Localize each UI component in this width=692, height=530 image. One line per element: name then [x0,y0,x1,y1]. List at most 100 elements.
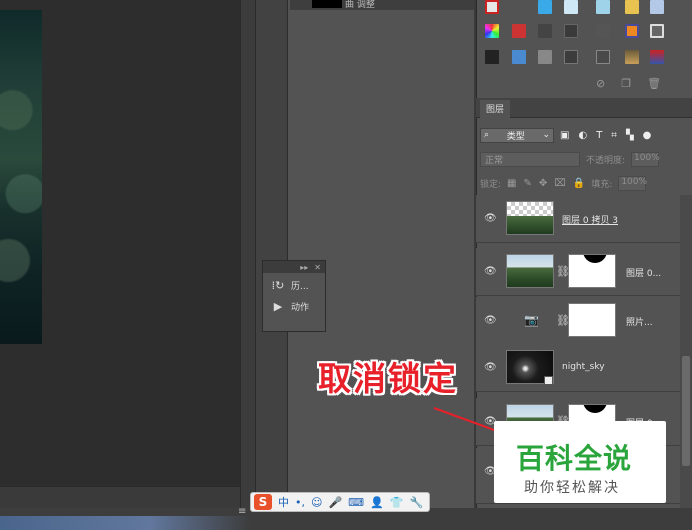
adjust-swatch[interactable] [564,50,578,64]
layer-row[interactable]: 👁 ⛓ 图层 0... [476,248,680,296]
actions-panel-button[interactable]: ▶ 动作 [263,294,325,315]
photoshop-window: 曲 调整 ▸▸ ✕ ⁞↻ 历... ▶ 动作 ⊘ ❐ 🗑 图层 ⌕ 类型 ⌄ ▣… [0,0,692,530]
layer-thumbnail [506,254,554,288]
no-icon[interactable]: ⊘ [596,77,605,90]
opacity-field[interactable]: 100% [631,151,660,167]
emoji-icon[interactable]: ☺ [311,496,322,509]
adjust-swatch[interactable] [512,24,526,38]
tools-icon[interactable]: 🔧 [409,496,423,509]
mic-icon[interactable]: 🎤 [328,496,342,509]
layer-row[interactable]: 👁 📷 ⛓ 照片... [476,297,680,345]
adjust-swatch[interactable] [625,50,639,64]
adjust-swatch[interactable] [538,24,552,38]
opacity-label: 不透明度: [586,155,626,166]
expand-icon[interactable]: ▸▸ [300,263,308,272]
search-icon: ⌕ [484,130,490,140]
adjust-swatch[interactable] [564,24,578,38]
adjustments-grid [480,0,680,72]
history-icon: ⁞↻ [271,279,285,292]
layer-row[interactable]: 👁 night_sky [476,344,680,392]
blend-mode-select[interactable]: 正常 [480,151,580,167]
adjust-swatch[interactable] [538,50,552,64]
layer-name[interactable]: 图层 0... [626,266,661,279]
lock-all-icon[interactable]: 🔒 [573,178,585,189]
watermark-subtitle: 助你轻松解决 [524,480,620,496]
menu-icon[interactable]: ≡ [238,506,246,517]
mid-layer-label: 曲 调整 [345,0,375,10]
user-icon[interactable]: 👤 [370,496,384,509]
lock-artboard-icon[interactable]: ⌧ [554,178,566,189]
eye-icon[interactable]: 👁 [484,266,497,278]
adjust-swatch[interactable] [625,24,639,38]
type-filter-icon[interactable]: T [596,130,602,141]
lock-row: 锁定: ▦ ✎ ✥ ⌧ 🔒 填充: 100% [480,175,680,191]
adjust-swatch[interactable] [650,50,664,64]
close-icon[interactable]: ✕ [314,263,321,272]
adjust-swatch[interactable] [596,50,610,64]
photo-filter-icon: 📷 [524,313,539,327]
adjust-swatch[interactable] [564,0,578,14]
eye-icon[interactable]: 👁 [484,362,497,374]
adjust-swatch[interactable] [596,0,610,14]
chevron-down-icon: ⌄ [542,130,550,140]
layer-mask-thumbnail[interactable] [568,254,616,288]
smart-object-icon [544,376,553,385]
filter-toggle-icon[interactable]: ● [643,130,652,141]
taskbar-highlight [0,516,250,530]
lock-brush-icon[interactable]: ✎ [524,178,532,189]
adjust-swatch[interactable] [485,50,499,64]
document-canvas[interactable] [0,0,240,486]
layer-name[interactable]: 图层 0 拷贝 3 [562,213,618,226]
layer-row[interactable]: 👁 图层 0 拷贝 3 [476,195,680,243]
adjust-swatch[interactable] [512,50,526,64]
layer-filter-select[interactable]: ⌕ 类型 ⌄ [480,127,554,143]
tab-layers[interactable]: 图层 [480,100,511,118]
canvas-status-bar [0,486,240,508]
collapsed-panel-header: ▸▸ ✕ [263,261,325,273]
eye-icon[interactable]: 👁 [484,315,497,327]
watermark: 百科全说 助你轻松解决 [494,421,666,503]
layers-tabbar: 图层 [476,98,692,118]
watermark-title: 百科全说 [516,442,633,475]
history-panel-button[interactable]: ⁞↻ 历... [263,273,325,294]
blend-row: 正常 不透明度: 100% [480,151,676,167]
adjustment-filter-icon[interactable]: ◐ [578,130,587,141]
skin-icon[interactable]: 👕 [390,496,404,509]
history-label: 历... [291,282,309,292]
actions-label: 动作 [291,303,310,313]
ime-toolbar: S 中 •, ☺ 🎤 ⌨ 👤 👕 🔧 [250,492,430,512]
layer-mask-thumbnail[interactable] [568,303,616,337]
adjustments-footer: ⊘ ❐ 🗑 [596,77,661,90]
adjust-swatch[interactable] [650,24,664,38]
adjust-swatch[interactable] [625,0,639,14]
collapsed-panel: ▸▸ ✕ ⁞↻ 历... ▶ 动作 [262,260,326,332]
trash-icon[interactable]: 🗑 [647,77,661,90]
layer-filter-row: ⌕ 类型 ⌄ ▣ ◐ T ⌗ ▚ ● [480,127,676,143]
lock-label: 锁定: [480,179,502,190]
adjust-swatch[interactable] [650,0,664,14]
ime-mode[interactable]: 中 [278,494,289,510]
filter-label: 类型 [506,131,525,142]
smart-filter-icon[interactable]: ▚ [626,130,634,141]
punctuation-icon[interactable]: •, [295,496,305,509]
lock-transparent-icon[interactable]: ▦ [507,178,516,189]
adjust-swatch[interactable] [485,24,499,38]
layer-name[interactable]: 照片... [626,315,653,328]
eye-icon[interactable]: 👁 [484,213,497,225]
new-icon[interactable]: ❐ [621,77,631,90]
adjust-swatch[interactable] [538,0,552,14]
keyboard-icon[interactable]: ⌨ [348,496,364,509]
fill-label: 填充: [591,179,613,190]
lock-move-icon[interactable]: ✥ [539,178,547,189]
lock-icons: ▦ ✎ ✥ ⌧ 🔒 [507,178,585,189]
panel-divider[interactable] [240,0,256,508]
fill-field[interactable]: 100% [618,175,647,191]
layer-name[interactable]: night_sky [562,362,605,372]
mid-layer-thumb [312,0,342,8]
shape-filter-icon[interactable]: ⌗ [611,130,617,141]
ime-logo-icon[interactable]: S [254,494,272,510]
scrollbar-thumb[interactable] [682,356,690,466]
pixel-filter-icon[interactable]: ▣ [560,130,569,141]
adjust-swatch[interactable] [485,0,499,14]
adjust-swatch[interactable] [596,24,610,38]
